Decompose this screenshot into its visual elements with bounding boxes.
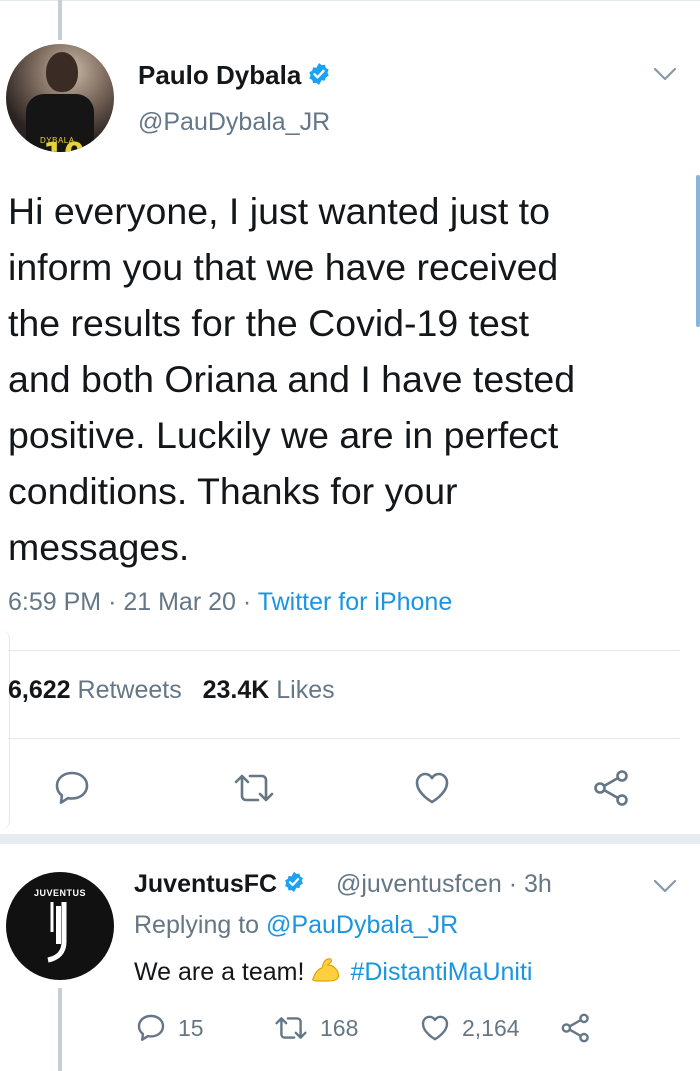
tweet-source-link[interactable]: Twitter for iPhone [258, 588, 453, 616]
like-button[interactable] [412, 768, 452, 808]
retweet-icon [275, 1017, 307, 1039]
chevron-down-icon[interactable] [652, 64, 678, 89]
reply-icon [55, 771, 89, 804]
reply-icon [137, 1014, 165, 1041]
author-handle[interactable]: @PauDybala_JR [138, 108, 330, 137]
section-divider [0, 834, 700, 844]
avatar-jersey-number: 10 [43, 140, 85, 153]
flexed-biceps-icon [310, 955, 344, 992]
reply-handle-text[interactable]: @juventusfcen [336, 870, 502, 898]
retweet-icon [234, 774, 274, 802]
chevron-down-icon[interactable] [652, 876, 678, 901]
reply-reply-button[interactable]: 15 [134, 1012, 204, 1044]
likes-label: Likes [276, 676, 335, 704]
reply-time-ago: 3h [523, 870, 552, 898]
retweets-count: 6,622 [8, 676, 71, 704]
reply-author-handle[interactable]: @juventusfcen · 3h [336, 870, 552, 899]
juventus-logo-icon [47, 902, 67, 963]
verified-badge-icon [307, 62, 331, 93]
reply-like-button[interactable]: 2,164 [418, 1012, 520, 1044]
reply-retweet-button[interactable]: 168 [272, 1012, 358, 1044]
replying-to-label: Replying to [134, 911, 260, 939]
reply-author-name[interactable]: JuventusFC [134, 870, 305, 900]
retweet-button[interactable] [232, 768, 274, 808]
author-name-text[interactable]: Paulo Dybala [138, 60, 301, 90]
tweet-date: 21 Mar 20 [123, 588, 236, 616]
share-icon [561, 1013, 589, 1043]
top-border [0, 0, 700, 1]
reply-replies-count: 15 [178, 1014, 204, 1041]
thread-line-bottom [58, 988, 62, 1071]
avatar-head [46, 52, 78, 92]
reply-text-content: We are a team! [134, 958, 305, 987]
hashtag-link[interactable]: #DistantiMaUniti [350, 958, 532, 986]
tweet-text: Hi everyone, I just wanted just to infor… [8, 190, 576, 568]
tweet-time: 6:59 PM [8, 588, 102, 616]
reply-text: We are a team! #DistantiMaUniti [134, 955, 532, 992]
heart-icon [415, 772, 449, 804]
thread-line-top [58, 0, 62, 40]
replying-to: Replying to @PauDybala_JR [134, 911, 458, 940]
share-button[interactable] [592, 768, 632, 808]
reply-author-name-text[interactable]: JuventusFC [134, 870, 277, 898]
retweets-label: Retweets [77, 676, 182, 704]
heart-icon [421, 1015, 449, 1041]
divider [8, 650, 680, 651]
reply-author-avatar[interactable]: JUVENTUS [6, 872, 114, 980]
scroll-indicator[interactable] [696, 175, 700, 327]
author-display-name[interactable]: Paulo Dybala [138, 60, 331, 93]
meta-separator: · [242, 588, 252, 616]
divider [8, 738, 680, 739]
verified-badge-icon [283, 871, 305, 900]
share-icon [594, 770, 628, 806]
reply-retweets-count: 168 [320, 1014, 359, 1041]
author-avatar[interactable]: DYBALA 10 [6, 44, 114, 152]
reply-share-button[interactable] [560, 1012, 602, 1044]
meta-separator: · [508, 870, 518, 898]
tweet-meta: 6:59 PM · 21 Mar 20 · Twitter for iPhone [8, 588, 452, 617]
likes-count: 23.4K [202, 676, 270, 704]
replying-to-mention-link[interactable]: @PauDybala_JR [266, 911, 458, 939]
reply-likes-count: 2,164 [462, 1014, 520, 1041]
retweets-stat[interactable]: 6,622 Retweets [8, 676, 182, 704]
likes-stat[interactable]: 23.4K Likes [203, 676, 335, 704]
meta-separator: · [108, 588, 117, 616]
reply-button[interactable] [52, 768, 92, 808]
tweet-stats: 6,622 Retweets 23.4K Likes [8, 676, 335, 705]
card-edge [0, 630, 10, 830]
